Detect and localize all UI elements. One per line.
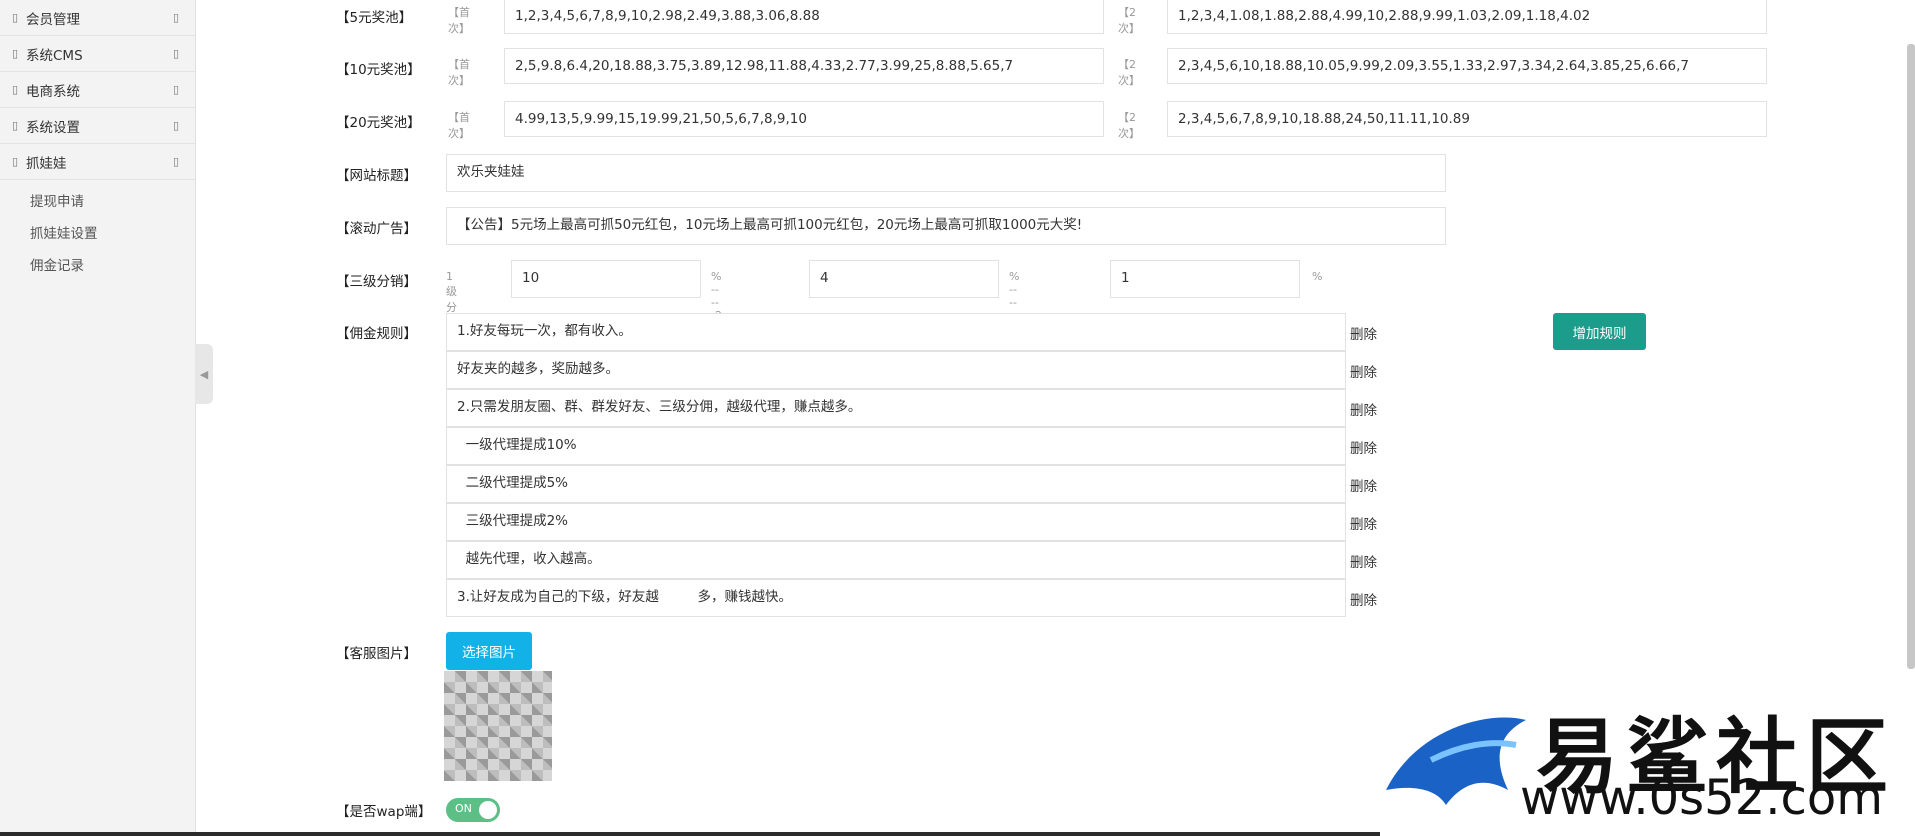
sidebar-item-claw[interactable]: ▯ 抓娃娃 ▯	[0, 144, 195, 180]
sidebar-item-members[interactable]: ▯ 会员管理 ▯	[0, 0, 195, 36]
sidebar-item-label: 会员管理	[26, 11, 80, 28]
square-icon: ▯	[12, 83, 19, 96]
watermark-url: www.0s52.com	[1520, 770, 1884, 826]
rule-input-3[interactable]: 2.只需发朋友圈、群、群发好友、三级分佣，越级代理，赚点越多。	[446, 389, 1346, 427]
rule-input-5[interactable]: 二级代理提成5%	[446, 465, 1346, 503]
qr-code-image	[444, 671, 552, 781]
sidebar-item-label: 系统CMS	[26, 47, 83, 64]
choose-image-button[interactable]: 选择图片	[446, 632, 532, 670]
wap-toggle[interactable]: ON	[446, 798, 500, 822]
delete-rule-button[interactable]: 删除	[1350, 589, 1377, 609]
sidebar-item-cms[interactable]: ▯ 系统CMS ▯	[0, 36, 195, 72]
pool-second-input[interactable]: 2,3,4,5,6,10,18.88,10.05,9.99,2.09,3.55,…	[1167, 48, 1767, 84]
expand-icon: ▯	[172, 119, 179, 132]
second-tag: 【2次】	[1118, 6, 1140, 35]
rule-input-8[interactable]: 3.让好友成为自己的下级，好友越 多，赚钱越快。	[446, 579, 1346, 617]
rule-input-2[interactable]: 好友夹的越多，奖励越多。	[446, 351, 1346, 389]
sidebar-item-ecommerce[interactable]: ▯ 电商系统 ▯	[0, 72, 195, 108]
delete-rule-button[interactable]: 删除	[1350, 399, 1377, 419]
add-rule-button[interactable]: 增加规则	[1553, 313, 1646, 350]
level3-input[interactable]: 1	[1110, 260, 1300, 298]
delete-rule-button[interactable]: 删除	[1350, 551, 1377, 571]
sidebar-item-label: 系统设置	[26, 119, 80, 136]
percent-suffix: %	[1312, 270, 1323, 283]
square-icon: ▯	[12, 11, 19, 24]
sidebar: ▯ 会员管理 ▯ ▯ 系统CMS ▯ ▯ 电商系统 ▯ ▯ 系统设置 ▯ ▯ 抓…	[0, 0, 196, 836]
vertical-scrollbar[interactable]	[1907, 44, 1915, 669]
pool-first-input[interactable]: 2,5,9.8,6.4,20,18.88,3.75,3.89,12.98,11.…	[504, 48, 1104, 84]
submenu-item-commission-log[interactable]: 佣金记录	[0, 250, 195, 282]
delete-rule-button[interactable]: 删除	[1350, 475, 1377, 495]
sidebar-item-label: 电商系统	[26, 83, 80, 100]
delete-rule-button[interactable]: 删除	[1350, 437, 1377, 457]
toggle-on-label: ON	[455, 802, 472, 815]
expand-icon: ▯	[172, 155, 179, 168]
delete-rule-button[interactable]: 删除	[1350, 513, 1377, 533]
rule-input-4[interactable]: 一级代理提成10%	[446, 427, 1346, 465]
sidebar-item-settings[interactable]: ▯ 系统设置 ▯	[0, 108, 195, 144]
rule-input-7[interactable]: 越先代理，收入越高。	[446, 541, 1346, 579]
shark-logo-icon	[1386, 717, 1526, 805]
bottom-bar	[0, 832, 1380, 836]
level2-input[interactable]: 4	[809, 260, 999, 298]
first-tag: 【首次】	[448, 58, 470, 87]
expand-icon: ▯	[172, 47, 179, 60]
square-icon: ▯	[12, 119, 19, 132]
expand-icon: ▯	[172, 11, 179, 24]
second-tag: 【2次】	[1118, 111, 1140, 140]
pool-first-input[interactable]: 4.99,13,5,9.99,15,19.99,21,50,5,6,7,8,9,…	[504, 101, 1104, 137]
first-tag: 【首次】	[448, 6, 470, 35]
pool-second-input[interactable]: 1,2,3,4,1.08,1.88,2.88,4.99,10,2.88,9.99…	[1167, 0, 1767, 34]
level1-input[interactable]: 10	[511, 260, 701, 298]
toggle-knob	[479, 801, 497, 819]
delete-rule-button[interactable]: 删除	[1350, 361, 1377, 381]
watermark: 易鲨社区 www.0s52.com	[1376, 690, 1896, 836]
expand-icon: ▯	[172, 83, 179, 96]
pool-second-input[interactable]: 2,3,4,5,6,7,8,9,10,18.88,24,50,11.11,10.…	[1167, 101, 1767, 137]
delete-rule-button[interactable]: 删除	[1350, 323, 1377, 343]
claw-submenu: 提现申请 抓娃娃设置 佣金记录	[0, 180, 195, 282]
submenu-item-withdraw[interactable]: 提现申请	[0, 186, 195, 218]
ticker-input[interactable]: 【公告】5元场上最高可抓50元红包，10元场上最高可抓100元红包，20元场上最…	[446, 207, 1446, 245]
pool-first-input[interactable]: 1,2,3,4,5,6,7,8,9,10,2.98,2.49,3.88,3.06…	[504, 0, 1104, 34]
submenu-item-claw-settings[interactable]: 抓娃娃设置	[0, 218, 195, 250]
sidebar-item-label: 抓娃娃	[26, 155, 67, 172]
rule-input-6[interactable]: 三级代理提成2%	[446, 503, 1346, 541]
square-icon: ▯	[12, 155, 19, 168]
rule-input-1[interactable]: 1.好友每玩一次，都有收入。	[446, 313, 1346, 351]
second-tag: 【2次】	[1118, 58, 1140, 87]
site-title-input[interactable]: 欢乐夹娃娃	[446, 154, 1446, 192]
first-tag: 【首次】	[448, 111, 470, 140]
square-icon: ▯	[12, 47, 19, 60]
